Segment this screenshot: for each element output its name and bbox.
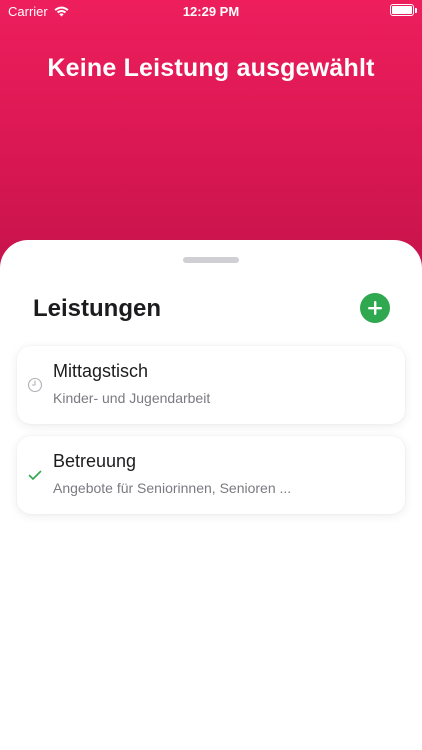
add-service-button[interactable] bbox=[360, 293, 390, 323]
selected-service-title: Keine Leistung ausgewählt bbox=[47, 54, 375, 82]
battery-icon bbox=[390, 4, 417, 16]
checkmark-icon bbox=[28, 470, 42, 480]
plus-icon bbox=[368, 301, 382, 315]
service-title: Mittagstisch bbox=[53, 361, 149, 381]
app-screen: Carrier 12:29 PM Keine Leistung ausgewäh… bbox=[0, 0, 422, 750]
service-item-betreuung[interactable]: Betreuung Angebote für Seniorinnen, Seni… bbox=[17, 436, 405, 514]
clock-icon bbox=[27, 377, 43, 393]
service-subtitle: Kinder- und Jugendarbeit bbox=[53, 390, 211, 406]
status-bar: Carrier 12:29 PM bbox=[0, 0, 422, 22]
service-item-mittagstisch[interactable]: Mittagstisch Kinder- und Jugendarbeit bbox=[17, 346, 405, 424]
sheet-grabber-handle[interactable] bbox=[183, 257, 239, 263]
bottom-sheet[interactable]: Leistungen Mittagstisch Kinder- und Juge… bbox=[0, 240, 422, 750]
services-heading: Leistungen bbox=[33, 295, 162, 322]
battery-level bbox=[392, 6, 412, 14]
service-title: Betreuung bbox=[53, 451, 137, 471]
status-time: 12:29 PM bbox=[182, 4, 240, 19]
service-subtitle: Angebote für Seniorinnen, Senioren ... bbox=[53, 480, 292, 496]
battery-outline bbox=[390, 4, 417, 16]
